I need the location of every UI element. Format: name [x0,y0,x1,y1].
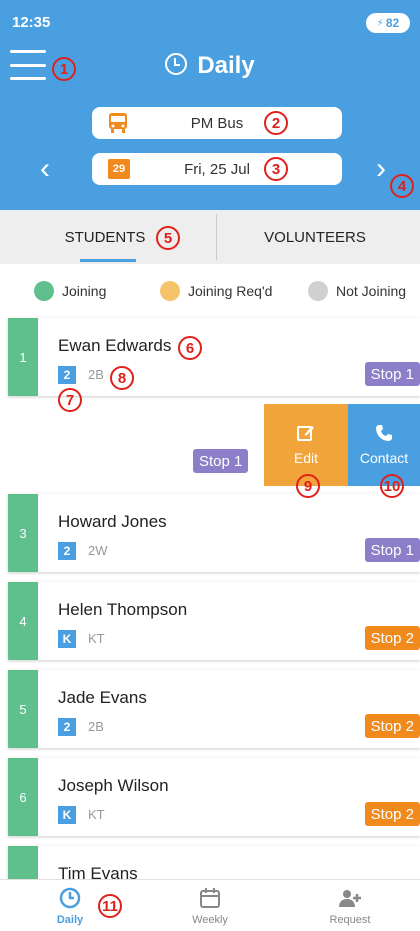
student-name: Jade Evans [58,688,147,707]
page-title-text: Daily [197,52,255,79]
student-card[interactable]: 4 Helen Thompson K KT Stop 2 [8,582,420,660]
student-name: Howard Jones [58,512,167,531]
phone-icon [376,425,392,441]
status-time: 12:35 [12,14,51,31]
student-card[interactable]: 3 Howard Jones 2 2W Stop 1 [8,494,420,572]
student-card[interactable]: 1 Ewan Edwards 2 2B Stop 1 [8,318,420,396]
legend-label: Joining Req'd [188,283,273,299]
nav-request[interactable]: Request [280,880,420,931]
student-name: Joseph Wilson [58,776,169,795]
class-label: 2B [88,719,104,734]
bus-selector[interactable]: PM Bus [92,107,342,139]
legend-label: Not Joining [336,283,407,299]
date-label: Fri, 25 Jul [184,160,250,178]
grade-badge: K [58,630,76,648]
app-header: 12:35 ⚡ 82 Daily PM Bus ‹ 29 Fri, 25 Jul … [0,0,420,210]
annotation-marker: 4 [390,174,414,198]
nav-label: Weekly [192,913,228,926]
annotation-marker: 7 [58,388,82,412]
student-index: 1 [8,318,38,396]
class-label: KT [88,631,105,646]
yellow-dot-icon [160,281,180,301]
green-dot-icon [34,281,54,301]
grade-badge: 2 [58,718,76,736]
bus-label: PM Bus [190,114,244,132]
legend-joining: Joining [34,281,106,301]
class-label: 2B [88,367,104,382]
add-user-icon [339,889,361,907]
battery-level: 82 [385,16,400,30]
annotation-marker: 5 [156,226,180,250]
student-card[interactable]: 5 Jade Evans 2 2B Stop 2 [8,670,420,748]
date-selector[interactable]: 29 Fri, 25 Jul [92,153,342,185]
student-index: 6 [8,758,38,836]
stop-badge: Stop 2 [364,802,420,826]
annotation-marker: 8 [110,366,134,390]
battery-indicator: ⚡ 82 [366,13,410,33]
legend-label: Joining [62,283,107,299]
contact-label: Contact [359,450,409,466]
grey-dot-icon [308,281,328,301]
stop-badge: Stop 1 [193,449,249,473]
nav-label: Daily [56,913,84,926]
grade-badge: 2 [58,542,76,560]
stop-badge: Stop 2 [364,714,420,738]
annotation-marker: 11 [98,894,122,918]
class-label: KT [88,807,105,822]
annotation-marker: 10 [380,474,404,498]
legend-joining-reqd: Joining Req'd [160,281,272,301]
status-bar: 12:35 ⚡ 82 [0,0,420,40]
student-name: Ewan Edwards [58,336,172,355]
tab-volunteers[interactable]: VOLUNTEERS [210,210,420,264]
prev-day-chevron-left-icon[interactable]: ‹ [40,154,50,184]
legend-not-joining: Not Joining [308,281,406,301]
annotation-marker: 6 [178,336,202,360]
student-index: 4 [8,582,38,660]
nav-label: Request [329,913,371,926]
student-index: 5 [8,670,38,748]
student-card[interactable]: 6 Joseph Wilson K KT Stop 2 [8,758,420,836]
stop-badge: Stop 2 [364,626,420,650]
swiped-student-row[interactable]: Stop 1 Edit Contact [0,404,420,486]
calendar-icon [200,887,220,908]
next-day-chevron-right-icon[interactable]: › [376,154,386,184]
annotation-marker: 9 [296,474,320,498]
student-index: 3 [8,494,38,572]
tab-divider [216,214,217,260]
clock-icon [165,53,188,75]
annotation-marker: 2 [264,111,288,135]
stop-badge: Stop 1 [364,362,420,386]
student-name: Helen Thompson [58,600,188,619]
nav-weekly[interactable]: Weekly [140,880,280,931]
edit-icon [297,426,314,441]
clock-icon [59,887,81,908]
tab-bar: STUDENTS VOLUNTEERS [0,210,420,264]
stop-badge: Stop 1 [364,538,420,562]
bottom-nav: Daily Weekly Request [0,879,420,931]
status-legend: Joining Joining Req'd Not Joining [0,274,420,308]
class-label: 2W [88,543,108,558]
grade-badge: 2 [58,366,76,384]
grade-badge: K [58,806,76,824]
contact-button[interactable]: Contact [348,404,420,486]
annotation-marker: 3 [264,157,288,181]
annotation-marker: 1 [52,57,76,81]
bolt-icon: ⚡ [376,17,384,29]
edit-label: Edit [293,450,319,466]
